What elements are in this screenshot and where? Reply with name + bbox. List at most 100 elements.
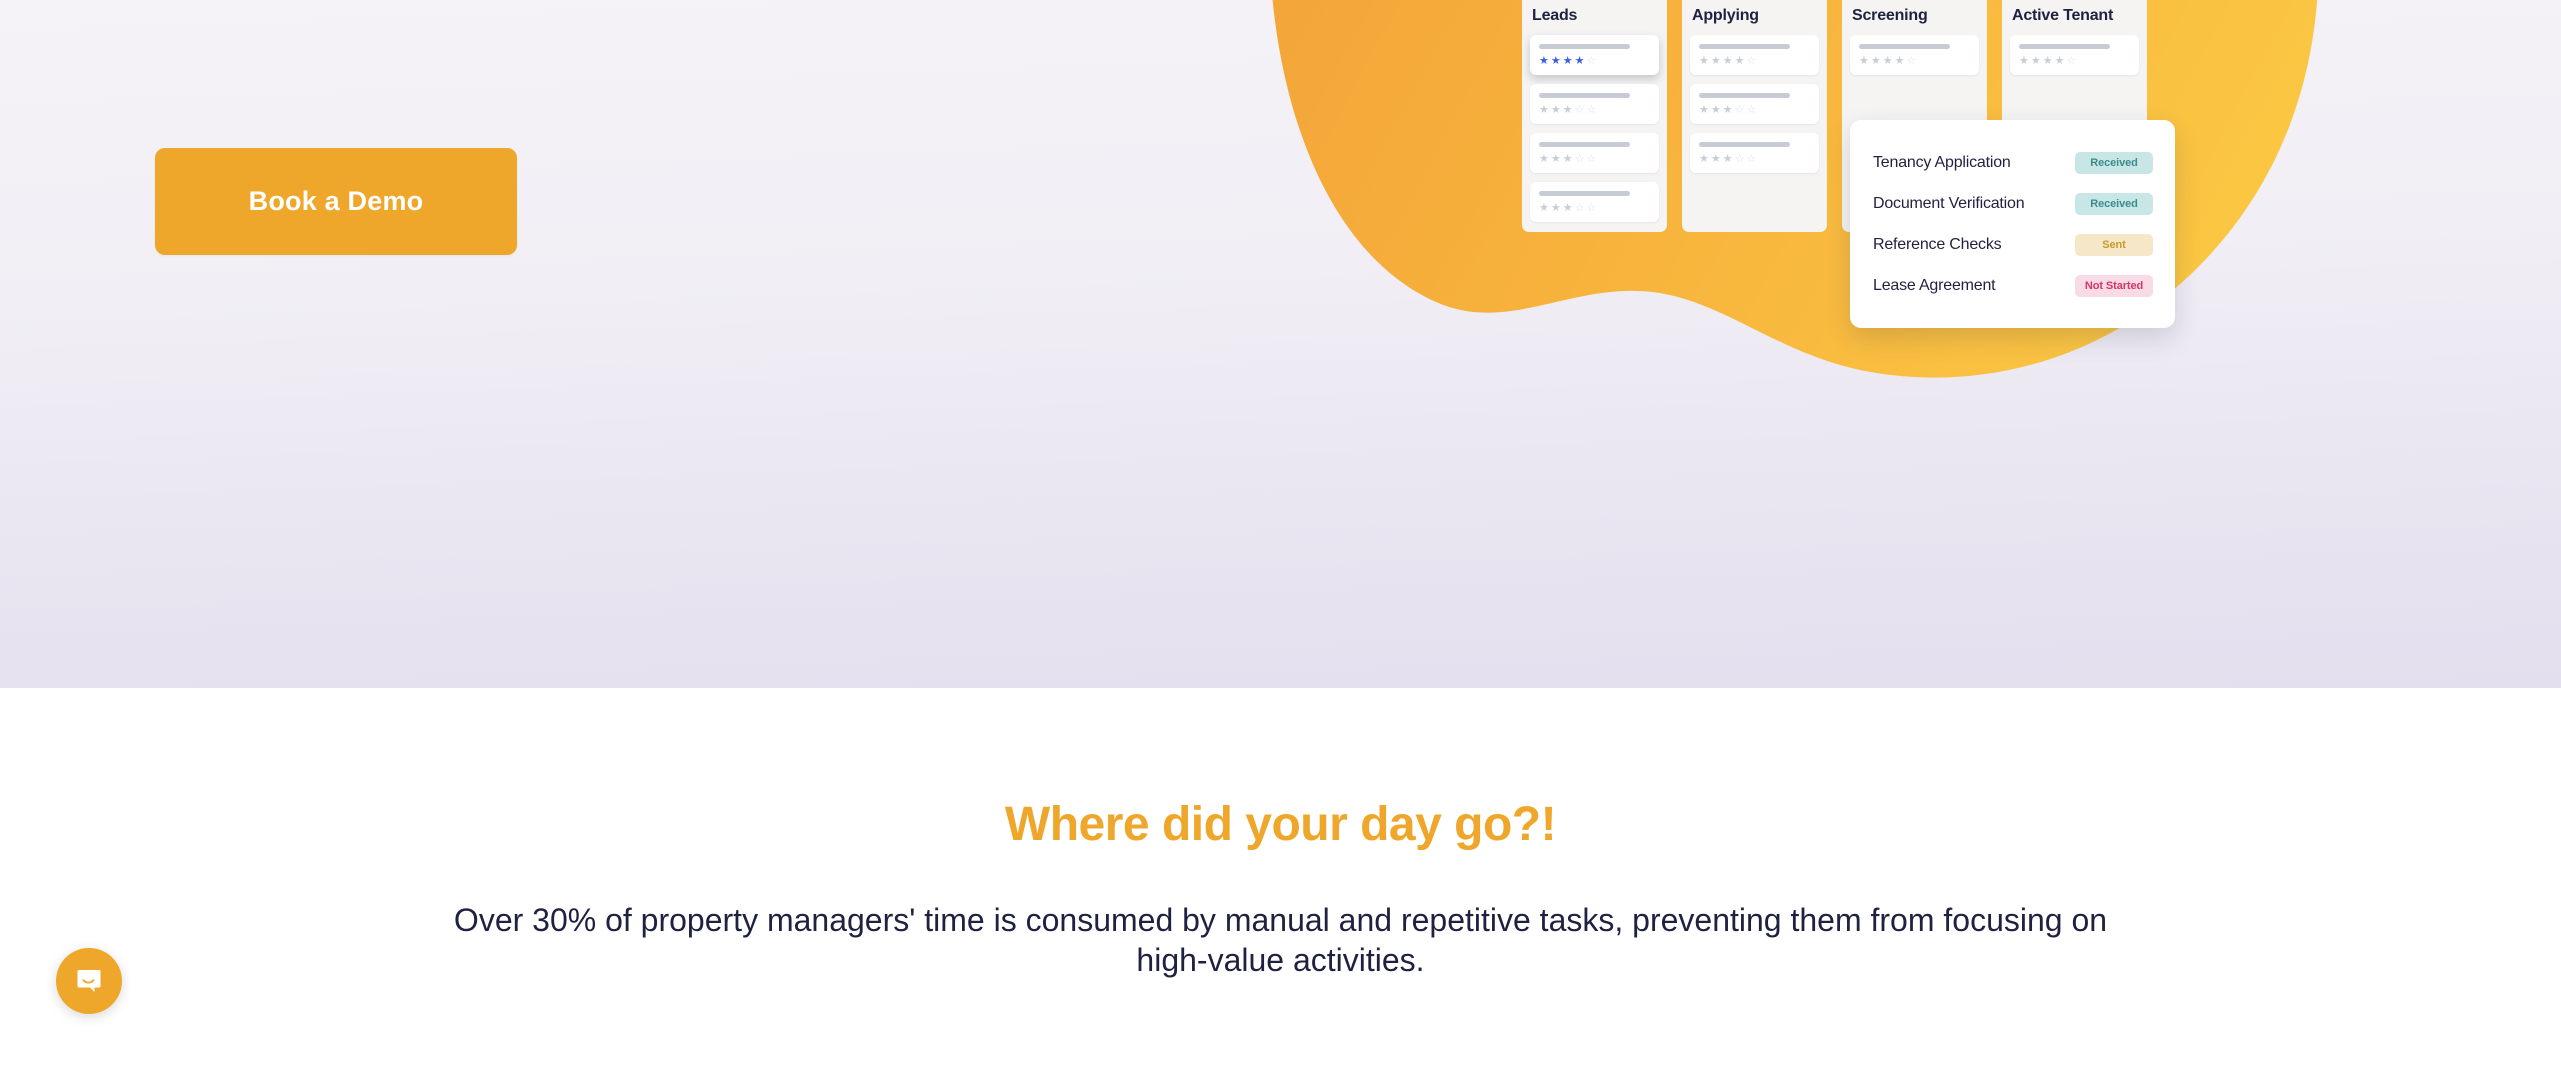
checklist-item-label: Document Verification: [1873, 194, 2025, 212]
section-heading: Where did your day go?!: [1004, 798, 1557, 851]
kanban-card[interactable]: ★ ★ ★ ☆ ☆: [1530, 182, 1659, 222]
star-outline-icon: ☆: [1746, 153, 1757, 165]
star-outline-icon: ☆: [1906, 55, 1917, 67]
section-paragraph: Over 30% of property managers' time is c…: [453, 902, 2108, 978]
card-star-rating: ★ ★ ★ ☆ ☆: [1699, 154, 1810, 165]
star-icon: ★: [1882, 55, 1893, 67]
card-placeholder-line: [1539, 93, 1631, 98]
star-icon: ★: [1722, 104, 1733, 116]
status-badge: Received: [2075, 151, 2153, 174]
card-star-rating: ★ ★ ★ ☆ ☆: [1539, 154, 1650, 165]
landing-page: Book a Demo Leads ★ ★ ★ ★ ☆ ★ ★ ★ ☆ ☆ ★ …: [0, 0, 2561, 1086]
star-icon: ★: [1562, 202, 1573, 214]
star-outline-icon: ☆: [1746, 55, 1757, 67]
star-icon: ★: [2019, 55, 2029, 67]
card-placeholder-line: [1699, 142, 1791, 147]
star-icon: ★: [1870, 55, 1881, 67]
star-icon: ★: [1722, 153, 1733, 165]
kanban-column-applying[interactable]: Applying ★ ★ ★ ★ ☆ ★ ★ ★ ☆ ☆ ★ ★ ★ ☆ ☆: [1682, 0, 1827, 232]
star-icon: ★: [1734, 55, 1745, 67]
star-icon: ★: [1550, 104, 1561, 116]
card-star-rating: ★ ★ ★ ★ ☆: [2019, 56, 2130, 67]
kanban-card[interactable]: ★ ★ ★ ★ ☆: [1850, 35, 1979, 75]
kanban-card[interactable]: ★ ★ ★ ☆ ☆: [1530, 133, 1659, 173]
value-proposition-section: Where did your day go?! Over 30% of prop…: [0, 688, 2561, 1086]
star-outline-icon: ☆: [1746, 104, 1757, 116]
kanban-card-list: ★ ★ ★ ★ ☆: [1850, 35, 1979, 75]
status-badge: Received: [2075, 192, 2153, 215]
star-icon: ★: [1710, 104, 1721, 116]
card-placeholder-line: [1699, 93, 1791, 98]
star-icon: ★: [1550, 153, 1561, 165]
card-star-rating: ★ ★ ★ ☆ ☆: [1539, 105, 1650, 116]
star-icon: ★: [2042, 55, 2053, 67]
star-outline-icon: ☆: [1734, 104, 1745, 116]
checklist-row[interactable]: Reference Checks Sent: [1873, 224, 2153, 265]
star-outline-icon: ☆: [2066, 55, 2077, 67]
status-badge: Not Started: [2075, 274, 2153, 297]
card-placeholder-line: [1859, 44, 1951, 49]
star-icon: ★: [1539, 104, 1549, 116]
star-icon: ★: [1562, 104, 1573, 116]
card-star-rating: ★ ★ ★ ★ ☆: [1699, 56, 1810, 67]
kanban-card-list: ★ ★ ★ ★ ☆ ★ ★ ★ ☆: [1530, 35, 1659, 222]
star-outline-icon: ☆: [1586, 55, 1597, 67]
star-icon: ★: [1539, 202, 1549, 214]
star-icon: ★: [1699, 55, 1709, 67]
checklist-row[interactable]: Tenancy Application Received: [1873, 142, 2153, 183]
card-placeholder-line: [1539, 44, 1631, 49]
card-star-rating: ★ ★ ★ ☆ ☆: [1539, 203, 1650, 214]
star-outline-icon: ☆: [1734, 153, 1745, 165]
kanban-column-title: Applying: [1692, 7, 1759, 24]
kanban-column-title: Active Tenant: [2012, 7, 2114, 24]
star-outline-icon: ☆: [1574, 104, 1585, 116]
chat-bubble-smile-icon: [74, 966, 104, 996]
card-placeholder-line: [1539, 142, 1631, 147]
checklist-item-label: Reference Checks: [1873, 235, 2002, 253]
star-icon: ★: [1539, 153, 1549, 165]
card-star-rating: ★ ★ ★ ★ ☆: [1539, 56, 1650, 67]
hero-section: Book a Demo Leads ★ ★ ★ ★ ☆ ★ ★ ★ ☆ ☆ ★ …: [0, 0, 2561, 688]
chat-launcher-button[interactable]: [56, 948, 122, 1014]
kanban-card[interactable]: ★ ★ ★ ★ ☆: [1530, 35, 1659, 75]
card-placeholder-line: [1539, 191, 1631, 196]
kanban-card[interactable]: ★ ★ ★ ☆ ☆: [1690, 133, 1819, 173]
kanban-card[interactable]: ★ ★ ★ ★ ☆: [1690, 35, 1819, 75]
checklist-item-label: Lease Agreement: [1873, 276, 1996, 294]
kanban-card[interactable]: ★ ★ ★ ☆ ☆: [1530, 84, 1659, 124]
star-outline-icon: ☆: [1574, 153, 1585, 165]
kanban-card[interactable]: ★ ★ ★ ☆ ☆: [1690, 84, 1819, 124]
tenancy-checklist-panel: Tenancy Application Received Document Ve…: [1850, 120, 2175, 328]
checklist-item-label: Tenancy Application: [1873, 153, 2011, 171]
star-icon: ★: [1574, 55, 1585, 67]
star-outline-icon: ☆: [1586, 202, 1597, 214]
checklist-row[interactable]: Lease Agreement Not Started: [1873, 265, 2153, 306]
star-icon: ★: [2030, 55, 2041, 67]
star-icon: ★: [1550, 55, 1561, 67]
kanban-column-title: Screening: [1852, 7, 1928, 24]
kanban-column-title: Leads: [1532, 7, 1578, 24]
star-outline-icon: ☆: [1586, 104, 1597, 116]
star-icon: ★: [2054, 55, 2065, 67]
kanban-card-list: ★ ★ ★ ★ ☆ ★ ★ ★ ☆: [1690, 35, 1819, 173]
star-icon: ★: [1722, 55, 1733, 67]
star-icon: ★: [1710, 55, 1721, 67]
star-outline-icon: ☆: [1574, 202, 1585, 214]
checklist-row[interactable]: Document Verification Received: [1873, 183, 2153, 224]
star-icon: ★: [1859, 55, 1869, 67]
book-a-demo-button[interactable]: Book a Demo: [155, 148, 517, 255]
star-icon: ★: [1710, 153, 1721, 165]
kanban-card-list: ★ ★ ★ ★ ☆: [2010, 35, 2139, 75]
star-icon: ★: [1539, 55, 1549, 67]
card-placeholder-line: [1699, 44, 1791, 49]
star-icon: ★: [1550, 202, 1561, 214]
kanban-card[interactable]: ★ ★ ★ ★ ☆: [2010, 35, 2139, 75]
star-outline-icon: ☆: [1586, 153, 1597, 165]
card-star-rating: ★ ★ ★ ★ ☆: [1859, 56, 1970, 67]
star-icon: ★: [1699, 153, 1709, 165]
card-star-rating: ★ ★ ★ ☆ ☆: [1699, 105, 1810, 116]
card-placeholder-line: [2019, 44, 2111, 49]
status-badge: Sent: [2075, 233, 2153, 256]
kanban-column-leads[interactable]: Leads ★ ★ ★ ★ ☆ ★ ★ ★ ☆ ☆ ★ ★ ★ ☆ ☆ ★ ★ …: [1522, 0, 1667, 232]
star-icon: ★: [1562, 153, 1573, 165]
